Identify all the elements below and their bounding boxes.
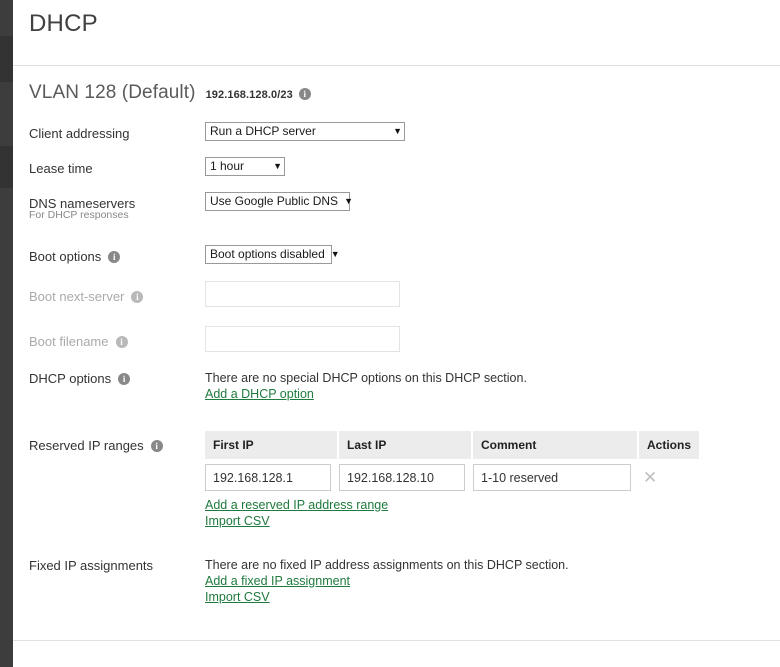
page-header: DHCP (13, 0, 780, 66)
dhcp-options-empty-text: There are no special DHCP options on thi… (205, 371, 527, 385)
column-header-comment: Comment (473, 431, 639, 459)
cell-first-ip (205, 459, 339, 496)
lease-time-label: Lease time (29, 161, 93, 176)
label-text: DHCP options (29, 371, 112, 386)
sidebar-nav-segment[interactable] (0, 146, 13, 188)
dns-nameservers-select[interactable]: Use Google Public DNS ▼ (205, 192, 353, 211)
label-text: Reserved IP ranges (29, 438, 144, 453)
footer-divider (13, 640, 780, 641)
fixed-ip-assignments-label: Fixed IP assignments (29, 558, 153, 573)
label-text: Lease time (29, 161, 93, 176)
table-header: First IP Last IP Comment Actions (205, 431, 700, 459)
fixed-ip-empty-text: There are no fixed IP address assignment… (205, 558, 569, 572)
table-body: ✕ (205, 459, 700, 496)
boot-next-server-input[interactable] (205, 281, 400, 307)
vlan-name: VLAN 128 (Default) (29, 82, 196, 103)
lease-time-select[interactable]: 1 hour ▼ (205, 157, 285, 176)
client-addressing-label: Client addressing (29, 126, 129, 141)
column-header-first-ip: First IP (205, 431, 339, 459)
label-text: Client addressing (29, 126, 130, 141)
info-icon[interactable]: i (115, 335, 128, 348)
label-text: Fixed IP assignments (29, 558, 154, 573)
client-addressing-control: Run a DHCP server ▼ (205, 122, 405, 141)
dhcp-options-content: There are no special DHCP options on thi… (205, 371, 527, 401)
delete-row-icon[interactable]: ✕ (639, 467, 661, 488)
add-reserved-ip-range-link[interactable]: Add a reserved IP address range (205, 498, 699, 512)
info-icon[interactable]: i (150, 439, 163, 452)
chevron-down-icon: ▼ (393, 126, 402, 136)
fixed-ip-assignments-content: There are no fixed IP address assignment… (205, 558, 569, 604)
dns-nameservers-control: Use Google Public DNS ▼ (205, 192, 353, 211)
column-header-actions: Actions (639, 431, 700, 459)
comment-input[interactable] (473, 464, 631, 491)
boot-options-label: Boot options i (29, 249, 121, 264)
reserved-ip-ranges-table: First IP Last IP Comment Actions 192.168… (205, 431, 700, 496)
boot-options-control: Boot options disabled ▼ (205, 245, 340, 264)
table-header-row: First IP Last IP Comment Actions (205, 431, 700, 459)
selected-value: Run a DHCP server (210, 124, 316, 138)
selected-value: Use Google Public DNS (210, 194, 339, 208)
boot-next-server-label: Boot next-server i (29, 289, 144, 304)
vlan-section-heading: VLAN 128 (Default) 192.168.128.0/23 i (29, 82, 311, 104)
sidebar-nav-segment[interactable] (0, 36, 13, 82)
import-csv-reserved-link[interactable]: Import CSV (205, 514, 699, 528)
fixed-ip-assignments-links: Add a fixed IP assignment Import CSV (205, 574, 569, 604)
reserved-ip-ranges-label: Reserved IP ranges i (29, 438, 163, 453)
vlan-subnet: 192.168.128.0/23 (205, 89, 293, 101)
table-row: ✕ (205, 459, 700, 496)
dhcp-settings-page: DHCP VLAN 128 (Default) 192.168.128.0/23… (0, 0, 780, 667)
boot-next-server-control (205, 281, 400, 307)
reserved-ip-ranges-links: Add a reserved IP address range Import C… (205, 498, 699, 528)
add-fixed-ip-assignment-link[interactable]: Add a fixed IP assignment (205, 574, 569, 588)
info-icon[interactable]: i (131, 290, 144, 303)
label-text: Boot filename (29, 334, 109, 349)
boot-filename-label: Boot filename i (29, 334, 128, 349)
reserved-ip-ranges-content: First IP Last IP Comment Actions 192.168… (205, 431, 700, 528)
selected-value: 1 hour (210, 159, 245, 173)
info-icon[interactable]: i (118, 372, 131, 385)
info-icon[interactable]: i (108, 250, 121, 263)
cell-actions: ✕ (639, 459, 700, 496)
last-ip-input[interactable] (339, 464, 465, 491)
chevron-down-icon: ▼ (344, 196, 353, 206)
cell-comment (473, 459, 639, 496)
chevron-down-icon: ▼ (273, 161, 282, 171)
lease-time-control: 1 hour ▼ (205, 157, 285, 176)
add-dhcp-option-link[interactable]: Add a DHCP option (205, 387, 527, 401)
sidebar-nav-strip[interactable] (0, 0, 13, 667)
chevron-down-icon: ▼ (330, 249, 340, 259)
page-title: DHCP (29, 10, 98, 37)
dhcp-options-label: DHCP options i (29, 371, 131, 386)
dhcp-options-links: Add a DHCP option (205, 387, 527, 401)
first-ip-input[interactable] (205, 464, 331, 491)
client-addressing-select[interactable]: Run a DHCP server ▼ (205, 122, 405, 141)
selected-value: Boot options disabled (210, 247, 325, 261)
column-header-last-ip: Last IP (339, 431, 473, 459)
dns-nameservers-sublabel: For DHCP responses (29, 209, 129, 221)
boot-filename-control (205, 326, 400, 352)
info-icon[interactable]: i (298, 88, 311, 100)
label-text: Boot next-server (29, 289, 125, 304)
boot-filename-input[interactable] (205, 326, 400, 352)
boot-options-select[interactable]: Boot options disabled ▼ (205, 245, 340, 264)
label-text: Boot options (29, 249, 102, 264)
import-csv-fixed-link[interactable]: Import CSV (205, 590, 569, 604)
cell-last-ip (339, 459, 473, 496)
